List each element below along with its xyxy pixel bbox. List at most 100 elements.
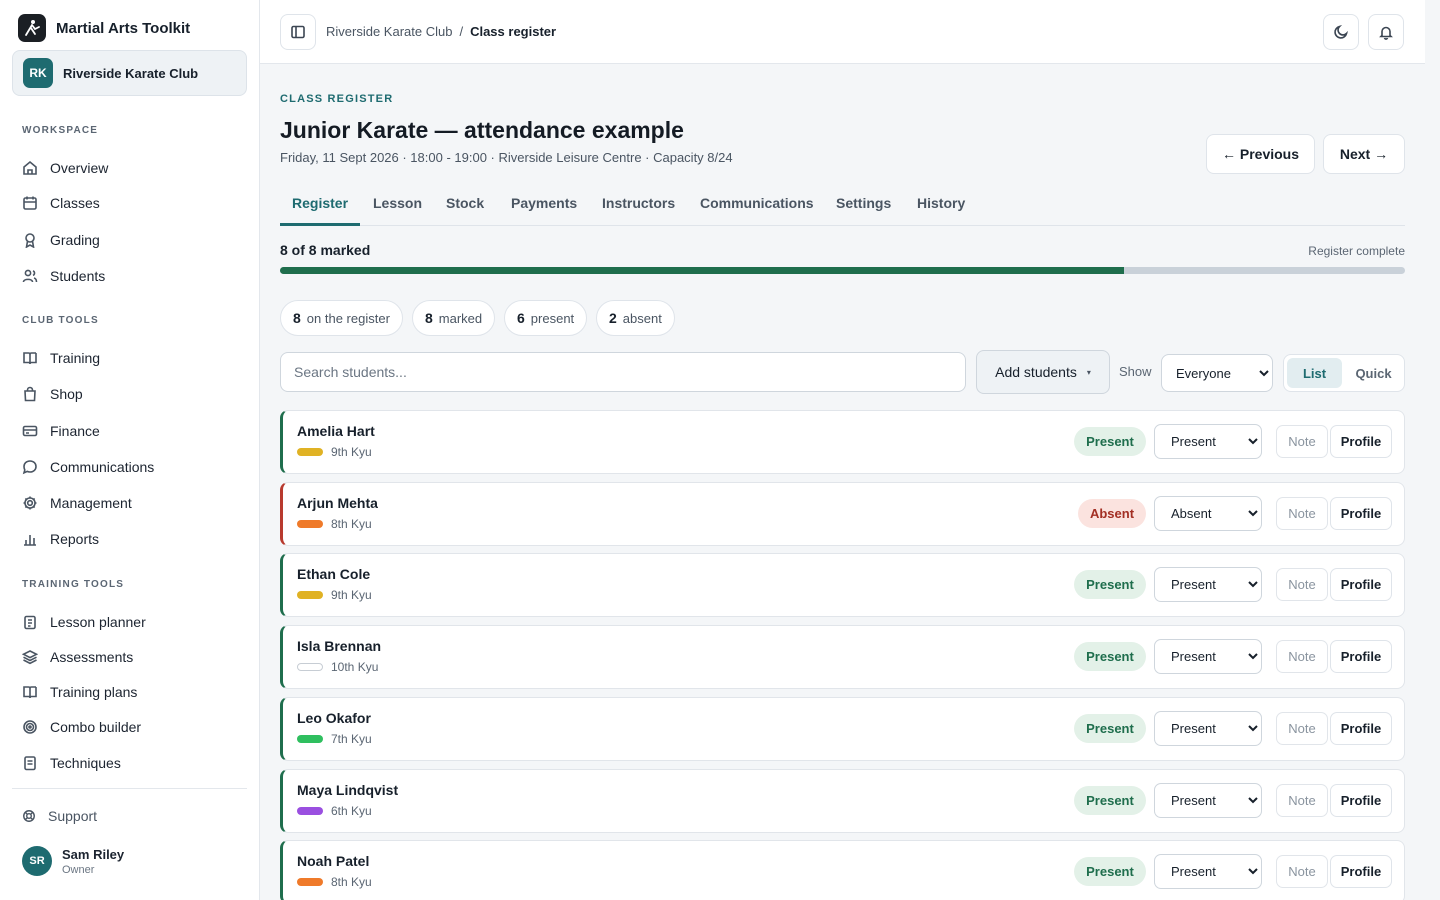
student-row: Maya Lindqvist 6th Kyu Present Present Note P…	[280, 769, 1405, 833]
attendance-select[interactable]: Present	[1154, 783, 1262, 818]
next-button[interactable]: Next →	[1323, 134, 1405, 174]
tab-settings[interactable]: Settings	[836, 195, 891, 211]
note-button[interactable]: Note	[1276, 784, 1328, 817]
sidebar-item-finance[interactable]: Finance	[22, 420, 100, 442]
sidebar-item-grading[interactable]: Grading	[22, 229, 100, 251]
note-button[interactable]: Note	[1276, 568, 1328, 601]
section-training-tools: TRAINING TOOLS	[22, 579, 125, 590]
stat-label: present	[530, 310, 575, 326]
search-students-input[interactable]	[280, 352, 966, 392]
sidebar-item-training[interactable]: Training	[22, 347, 100, 369]
support-link[interactable]: Support	[22, 808, 97, 824]
view-list-button[interactable]: List	[1287, 358, 1342, 388]
stat-present: 6 present	[504, 300, 588, 336]
sidebar-item-combo-builder[interactable]: Combo builder	[22, 716, 141, 738]
brand[interactable]: Martial Arts Toolkit	[18, 14, 190, 42]
grade-label: 8th Kyu	[331, 517, 372, 531]
bell-icon	[1379, 26, 1393, 40]
toggle-sidebar-button[interactable]	[280, 14, 316, 50]
note-button[interactable]: Note	[1276, 425, 1328, 458]
sidebar-item-label: Reports	[50, 531, 100, 547]
page-title: Junior Karate — attendance example	[280, 117, 684, 143]
sidebar-item-overview[interactable]: Overview	[22, 157, 108, 179]
tab-payments[interactable]: Payments	[511, 195, 577, 211]
layers-icon	[22, 650, 38, 665]
theme-toggle-button[interactable]	[1323, 14, 1359, 50]
student-name[interactable]: Amelia Hart	[297, 423, 375, 439]
profile-button[interactable]: Profile	[1330, 784, 1392, 817]
sidebar-item-lesson-planner[interactable]: Lesson planner	[22, 611, 146, 633]
sidebar-item-training-plans[interactable]: Training plans	[22, 681, 137, 703]
profile-button[interactable]: Profile	[1330, 640, 1392, 673]
tab-communications[interactable]: Communications	[700, 195, 814, 211]
stat-marked: 8 marked	[412, 300, 496, 336]
clipboard-icon	[24, 615, 36, 630]
sidebar-item-label: Training plans	[50, 684, 138, 700]
breadcrumb-parent[interactable]: Riverside Karate Club	[326, 24, 452, 39]
grade-label: 9th Kyu	[331, 588, 372, 602]
tab-bar: Register Lesson Stock Payments Instructo…	[280, 190, 1405, 226]
sidebar-item-label: Grading	[50, 232, 100, 248]
student-name[interactable]: Ethan Cole	[297, 566, 370, 582]
note-button[interactable]: Note	[1276, 855, 1328, 888]
student-row: Isla Brennan 10th Kyu Present Present Note Pr…	[280, 625, 1405, 689]
club-switcher[interactable]: RK Riverside Karate Club	[12, 50, 247, 96]
user-profile[interactable]: SR Sam Riley Owner	[22, 846, 124, 876]
lifebuoy-icon	[23, 810, 35, 822]
notifications-button[interactable]	[1368, 14, 1404, 50]
student-name[interactable]: Leo Okafor	[297, 710, 371, 726]
profile-button[interactable]: Profile	[1330, 568, 1392, 601]
tab-instructors[interactable]: Instructors	[602, 195, 675, 211]
sidebar-item-shop[interactable]: Shop	[22, 383, 83, 405]
attendance-select[interactable]: Present	[1154, 711, 1262, 746]
sidebar-item-techniques[interactable]: Techniques	[22, 752, 121, 774]
sidebar-divider	[12, 788, 247, 789]
status-badge: Present	[1074, 570, 1146, 599]
attendance-select[interactable]: Present	[1154, 567, 1262, 602]
student-grade: 10th Kyu	[297, 660, 378, 674]
belt-swatch	[297, 591, 323, 599]
note-button[interactable]: Note	[1276, 712, 1328, 745]
student-row: Amelia Hart 9th Kyu Present Present Note Prof…	[280, 410, 1405, 474]
user-role: Owner	[62, 863, 95, 876]
student-name[interactable]: Arjun Mehta	[297, 495, 378, 511]
sidebar-item-label: Finance	[50, 423, 100, 439]
show-filter-select[interactable]: Everyone	[1161, 354, 1273, 392]
sidebar-item-label: Management	[50, 495, 132, 511]
tab-stock[interactable]: Stock	[446, 195, 484, 211]
sidebar-item-management[interactable]: Management	[22, 492, 132, 514]
club-avatar: RK	[23, 58, 53, 88]
attendance-select[interactable]: Present	[1154, 424, 1262, 459]
profile-button[interactable]: Profile	[1330, 712, 1392, 745]
tab-history[interactable]: History	[917, 195, 965, 211]
previous-button[interactable]: ← Previous	[1206, 134, 1315, 174]
add-students-button[interactable]: Add students ▾	[976, 350, 1110, 394]
student-name[interactable]: Noah Patel	[297, 853, 369, 869]
view-quick-button[interactable]: Quick	[1346, 358, 1401, 388]
student-name[interactable]: Maya Lindqvist	[297, 782, 398, 798]
profile-button[interactable]: Profile	[1330, 497, 1392, 530]
sidebar-item-label: Overview	[50, 160, 109, 176]
book-icon	[23, 352, 37, 365]
student-name[interactable]: Isla Brennan	[297, 638, 381, 654]
attendance-select[interactable]: Present	[1154, 854, 1262, 889]
student-row: Leo Okafor 7th Kyu Present Present Note Profi…	[280, 697, 1405, 761]
sidebar-item-label: Combo builder	[50, 719, 142, 735]
profile-button[interactable]: Profile	[1330, 855, 1392, 888]
profile-button[interactable]: Profile	[1330, 425, 1392, 458]
award-icon	[25, 233, 35, 248]
tab-lesson[interactable]: Lesson	[373, 195, 422, 211]
topbar: Riverside Karate Club / Class register	[260, 0, 1425, 64]
sidebar-item-reports[interactable]: Reports	[22, 528, 99, 550]
sidebar-item-assessments[interactable]: Assessments	[22, 646, 133, 668]
stat-on-register: 8 on the register	[280, 300, 403, 336]
sidebar-item-students[interactable]: Students	[22, 265, 105, 287]
sidebar-item-label: Classes	[50, 195, 100, 211]
attendance-select[interactable]: Present	[1154, 639, 1262, 674]
sidebar-item-classes[interactable]: Classes	[22, 192, 100, 214]
note-button[interactable]: Note	[1276, 497, 1328, 530]
attendance-select[interactable]: Absent	[1154, 496, 1262, 531]
sidebar-item-communications[interactable]: Communications	[22, 456, 154, 478]
tab-register[interactable]: Register	[292, 195, 348, 211]
note-button[interactable]: Note	[1276, 640, 1328, 673]
